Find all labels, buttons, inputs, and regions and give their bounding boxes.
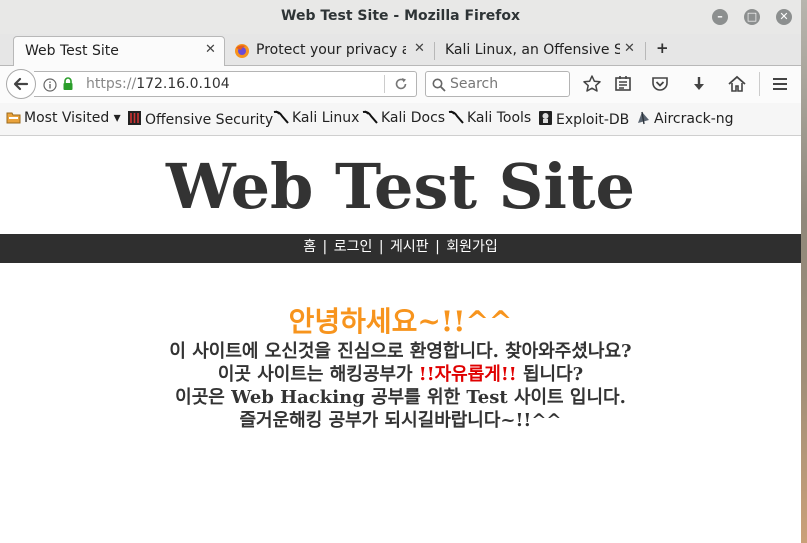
bookmark-label: Most Visited ▾	[24, 110, 121, 126]
bookmark-label: Offensive Security	[145, 112, 274, 128]
page-viewport: Web Test Site 홈 | 로그인 | 게시판 | 회원가입 안녕하세요…	[0, 136, 801, 543]
tab-close-icon[interactable]: ✕	[624, 41, 635, 56]
kali-dragon-icon	[448, 110, 464, 128]
desktop-background	[800, 0, 807, 543]
window-title: Web Test Site - Mozilla Firefox	[281, 8, 520, 24]
line3-part: 공부를 위한	[371, 387, 461, 408]
bookmark-most-visited[interactable]: Most Visited ▾	[6, 110, 121, 128]
bookmark-label: Kali Tools	[467, 110, 532, 126]
line3-part: 사이트 입니다.	[513, 387, 626, 408]
close-window-button[interactable]: ✕	[776, 9, 792, 25]
bookmark-star-icon[interactable]	[582, 74, 604, 94]
bookmark-offensive-security[interactable]: Offensive Security	[127, 110, 273, 130]
site-nav-menu: 홈 | 로그인 | 게시판 | 회원가입	[0, 234, 801, 263]
bookmark-label: Kali Linux	[292, 110, 360, 126]
exploit-db-icon	[538, 110, 553, 130]
line2-text: 이곳 사이트는 해킹공부가	[217, 364, 413, 385]
bookmark-aircrack-ng[interactable]: Aircrack-ng	[636, 110, 734, 129]
offsec-icon	[127, 110, 142, 130]
line3-test: Test	[466, 387, 508, 408]
downloads-icon[interactable]	[689, 74, 711, 94]
line2-highlight: !!자유롭게!!	[418, 364, 517, 385]
welcome-line-2: 이곳 사이트는 해킹공부가 !!자유롭게!! 됩니다?	[0, 363, 801, 386]
bookmark-kali-linux[interactable]: Kali Linux	[273, 110, 359, 128]
home-icon[interactable]	[727, 74, 749, 94]
welcome-line-1: 이 사이트에 오신것을 진심으로 환영합니다. 찾아와주셨나요?	[169, 341, 632, 362]
url-protocol: https://	[86, 76, 137, 92]
bookmark-kali-tools[interactable]: Kali Tools	[448, 110, 531, 128]
menu-item-home[interactable]: 홈	[303, 239, 316, 255]
hamburger-menu-icon[interactable]	[770, 74, 792, 94]
bookmark-label: Aircrack-ng	[654, 111, 734, 127]
search-box[interactable]: Search	[425, 71, 570, 97]
menu-separator: |	[322, 239, 328, 255]
kali-dragon-icon	[362, 110, 378, 128]
tab-strip: Web Test Site ✕ Protect your privacy a..…	[0, 34, 801, 66]
menu-separator: |	[378, 239, 384, 255]
folder-icon	[6, 110, 21, 128]
tab-kali-linux[interactable]: Kali Linux, an Offensive S... ✕	[436, 36, 641, 65]
browser-window: Web Test Site - Mozilla Firefox – □ ✕ We…	[0, 0, 801, 543]
welcome-message: 안녕하세요~!!^^ 이 사이트에 오신것을 진심으로 환영합니다. 찾아와주셨…	[0, 304, 801, 432]
nav-bar: https://172.16.0.104 Search	[0, 66, 801, 103]
menu-separator: |	[435, 239, 440, 255]
bookmark-kali-docs[interactable]: Kali Docs	[362, 110, 445, 128]
pocket-icon[interactable]	[650, 74, 672, 94]
welcome-line-3: 이곳은 Web Hacking 공부를 위한 Test 사이트 입니다.	[0, 386, 801, 409]
site-title: Web Test Site	[166, 150, 635, 223]
tab-label: Web Test Site	[25, 43, 119, 59]
url-divider	[384, 75, 385, 93]
line2-tail: 됩니다?	[522, 364, 584, 385]
tab-protect-privacy[interactable]: Protect your privacy a... ✕	[228, 36, 433, 65]
url-text: https://172.16.0.104	[86, 76, 230, 92]
url-bar[interactable]: https://172.16.0.104	[34, 71, 417, 97]
bookmarks-toolbar: Most Visited ▾ Offensive Security Kali L…	[0, 103, 801, 136]
search-placeholder: Search	[450, 76, 499, 92]
tab-separator	[645, 42, 646, 60]
tab-web-test-site[interactable]: Web Test Site ✕	[13, 36, 225, 66]
greeting-heading: 안녕하세요~!!^^	[288, 305, 513, 338]
bookmark-label: Exploit-DB	[556, 112, 630, 128]
reader-list-icon[interactable]	[613, 74, 635, 94]
title-bar: Web Test Site - Mozilla Firefox – □ ✕	[0, 0, 801, 34]
reload-icon[interactable]	[394, 76, 408, 95]
bookmark-exploit-db[interactable]: Exploit-DB	[538, 110, 629, 130]
tab-separator	[434, 42, 435, 60]
aircrack-icon	[636, 110, 651, 129]
kali-dragon-icon	[273, 110, 289, 128]
maximize-button[interactable]: □	[744, 9, 760, 25]
search-icon	[432, 77, 446, 96]
tab-label: Kali Linux, an Offensive S...	[445, 42, 620, 58]
lock-icon	[62, 76, 74, 95]
back-arrow-icon	[13, 77, 29, 91]
new-tab-button[interactable]: +	[656, 39, 669, 57]
welcome-line-4: 즐거운해킹 공부가 되시길바랍니다~!!^^	[239, 410, 562, 431]
menu-item-signup[interactable]: 회원가입	[446, 239, 498, 255]
tab-close-icon[interactable]: ✕	[414, 41, 425, 56]
tab-close-icon[interactable]: ✕	[205, 42, 216, 57]
menu-item-login[interactable]: 로그인	[334, 239, 373, 255]
back-button[interactable]	[6, 69, 36, 99]
toolbar-divider	[759, 72, 760, 96]
url-host: 172.16.0.104	[136, 76, 230, 92]
menu-item-board[interactable]: 게시판	[390, 239, 429, 255]
tab-label: Protect your privacy a...	[256, 42, 406, 58]
firefox-icon	[234, 43, 250, 63]
bookmark-label: Kali Docs	[381, 110, 446, 126]
minimize-button[interactable]: –	[712, 9, 728, 25]
info-icon[interactable]	[43, 77, 57, 96]
line3-part: 이곳은	[175, 387, 225, 408]
line3-web-hacking: Web Hacking	[231, 387, 365, 408]
